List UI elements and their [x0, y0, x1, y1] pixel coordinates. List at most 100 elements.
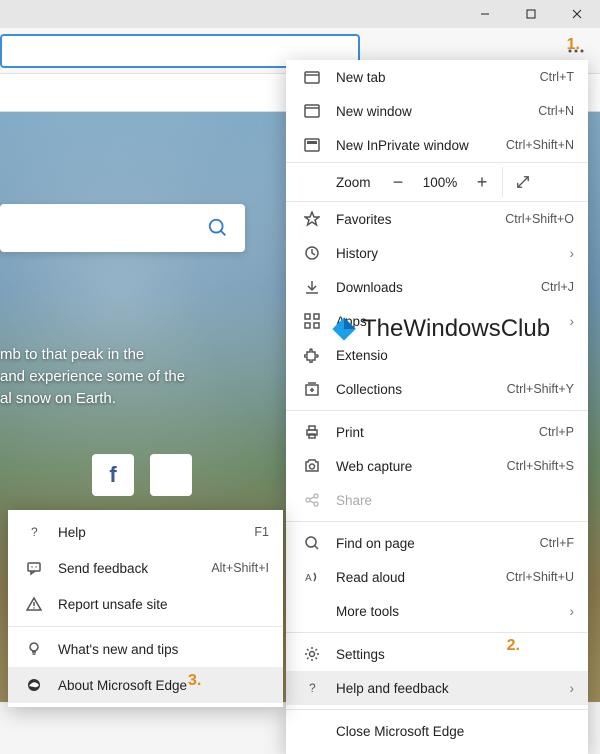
find-icon	[300, 535, 324, 551]
settings-menu: New tab Ctrl+T New window Ctrl+N New InP…	[286, 60, 588, 754]
menu-accel: Ctrl+Shift+U	[506, 570, 574, 584]
window-maximize[interactable]	[508, 0, 554, 28]
menu-extensions[interactable]: Extensio	[286, 338, 588, 372]
annotation-2: 2.	[507, 637, 520, 655]
menu-inprivate[interactable]: New InPrivate window Ctrl+Shift+N	[286, 128, 588, 162]
new-tab-icon	[300, 69, 324, 85]
print-icon	[300, 424, 324, 440]
menu-label: Collections	[336, 382, 507, 397]
hero-line: mb to that peak in the	[0, 344, 185, 366]
gear-icon	[300, 646, 324, 662]
menu-web-capture[interactable]: Web capture Ctrl+Shift+S	[286, 449, 588, 483]
menu-read-aloud[interactable]: A Read aloud Ctrl+Shift+U	[286, 560, 588, 594]
menu-favorites[interactable]: Favorites Ctrl+Shift+O	[286, 202, 588, 236]
menu-print[interactable]: Print Ctrl+P	[286, 415, 588, 449]
menu-settings[interactable]: Settings	[286, 637, 588, 671]
menu-zoom-row: Zoom − 100% +	[286, 162, 588, 202]
window-close[interactable]	[554, 0, 600, 28]
menu-share: Share	[286, 483, 588, 517]
edge-icon	[22, 677, 46, 693]
history-icon	[300, 245, 324, 261]
menu-label: More tools	[336, 604, 562, 619]
annotation-1: 1.	[567, 36, 580, 54]
inprivate-icon	[300, 137, 324, 153]
menu-label: New InPrivate window	[336, 138, 506, 153]
menu-history[interactable]: History ›	[286, 236, 588, 270]
separator	[286, 521, 588, 522]
menu-new-tab[interactable]: New tab Ctrl+T	[286, 60, 588, 94]
submenu-help[interactable]: ? Help F1	[8, 514, 283, 550]
watermark-text: TheWindowsClub	[362, 315, 550, 343]
submenu-whats-new[interactable]: What's new and tips	[8, 631, 283, 667]
svg-text:?: ?	[309, 681, 316, 695]
menu-downloads[interactable]: Downloads Ctrl+J	[286, 270, 588, 304]
menu-accel: Alt+Shift+I	[211, 561, 269, 575]
menu-accel: Ctrl+Shift+S	[507, 459, 574, 473]
menu-label: Close Microsoft Edge	[336, 724, 574, 739]
menu-label: Extensio	[336, 348, 574, 363]
menu-help-feedback[interactable]: ? Help and feedback ›	[286, 671, 588, 705]
menu-label: Share	[336, 493, 574, 508]
menu-accel: Ctrl+J	[541, 280, 574, 294]
page-search-box[interactable]	[0, 204, 245, 252]
menu-label: Favorites	[336, 212, 505, 227]
menu-accel: Ctrl+Shift+O	[505, 212, 574, 226]
capture-icon	[300, 458, 324, 474]
facebook-icon: f	[109, 462, 116, 488]
feedback-icon	[22, 560, 46, 576]
menu-new-window[interactable]: New window Ctrl+N	[286, 94, 588, 128]
menu-label: Send feedback	[58, 561, 211, 576]
menu-label: Downloads	[336, 280, 541, 295]
menu-label: Report unsafe site	[58, 597, 269, 612]
separator	[286, 709, 588, 710]
extensions-icon	[300, 347, 324, 363]
menu-label: Help and feedback	[336, 681, 562, 696]
annotation-3: 3.	[188, 672, 201, 690]
lightbulb-icon	[22, 641, 46, 657]
hero-caption: mb to that peak in the and experience so…	[0, 344, 185, 410]
menu-label: New window	[336, 104, 538, 119]
svg-text:?: ?	[31, 525, 38, 539]
hero-line: al snow on Earth.	[0, 388, 185, 410]
zoom-label: Zoom	[300, 175, 380, 190]
read-aloud-icon: A	[300, 569, 324, 585]
watermark: TheWindowsClub	[330, 315, 550, 343]
zoom-in-button[interactable]: +	[464, 167, 500, 197]
social-button[interactable]	[150, 454, 192, 496]
chevron-right-icon: ›	[562, 681, 575, 696]
menu-label: Find on page	[336, 536, 540, 551]
chevron-right-icon: ›	[562, 246, 575, 261]
submenu-about-edge[interactable]: About Microsoft Edge	[8, 667, 283, 703]
new-window-icon	[300, 103, 324, 119]
fullscreen-button[interactable]	[505, 167, 541, 197]
menu-close-edge[interactable]: Close Microsoft Edge	[286, 714, 588, 748]
menu-label: Settings	[336, 647, 574, 662]
help-icon: ?	[300, 680, 324, 696]
help-icon: ?	[22, 524, 46, 540]
download-icon	[300, 279, 324, 295]
menu-collections[interactable]: Collections Ctrl+Shift+Y	[286, 372, 588, 406]
submenu-send-feedback[interactable]: Send feedback Alt+Shift+I	[8, 550, 283, 586]
submenu-report-unsafe[interactable]: Report unsafe site	[8, 586, 283, 622]
menu-accel: Ctrl+P	[539, 425, 574, 439]
menu-find[interactable]: Find on page Ctrl+F	[286, 526, 588, 560]
help-submenu: ? Help F1 Send feedback Alt+Shift+I Repo…	[8, 510, 283, 707]
facebook-button[interactable]: f	[92, 454, 134, 496]
window-titlebar	[0, 0, 600, 28]
menu-more-tools[interactable]: More tools ›	[286, 594, 588, 628]
menu-accel: Ctrl+Shift+N	[506, 138, 574, 152]
menu-accel: Ctrl+N	[538, 104, 574, 118]
zoom-out-button[interactable]: −	[380, 167, 416, 197]
svg-text:A: A	[305, 573, 312, 584]
menu-accel: Ctrl+F	[540, 536, 574, 550]
menu-label: Web capture	[336, 459, 507, 474]
menu-accel: Ctrl+Shift+Y	[507, 382, 574, 396]
chevron-right-icon: ›	[562, 314, 575, 329]
zoom-value: 100%	[416, 175, 464, 190]
menu-label: Read aloud	[336, 570, 506, 585]
menu-label: What's new and tips	[58, 642, 269, 657]
menu-label: About Microsoft Edge	[58, 678, 269, 693]
divider	[502, 167, 503, 197]
window-minimize[interactable]	[462, 0, 508, 28]
menu-accel: Ctrl+T	[540, 70, 574, 84]
